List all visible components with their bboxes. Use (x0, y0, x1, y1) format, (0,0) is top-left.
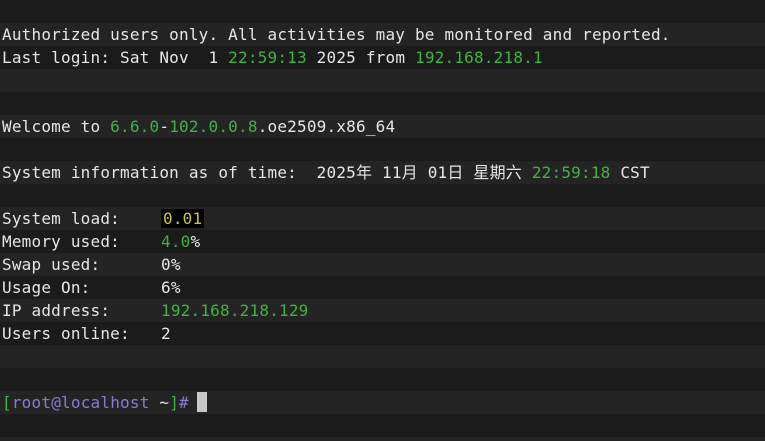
swap-used-line: Swap used: 0% (2, 253, 765, 276)
last-login-prefix: Last login: Sat Nov 1 (2, 48, 229, 67)
system-load-label: System load: (2, 209, 120, 228)
banner-warning: Authorized users only. All activities ma… (2, 25, 671, 44)
kernel-version-major: 6.6.0 (110, 117, 160, 136)
usage-on-line: Usage On: 6% (2, 276, 765, 299)
last-login-line: Last login: Sat Nov 1 22:59:13 2025 from… (2, 46, 765, 69)
usage-on-label: Usage On: (2, 278, 91, 297)
banner-warning-line: Authorized users only. All activities ma… (2, 23, 765, 46)
users-online-line: Users online: 2 (2, 322, 765, 345)
kernel-version-build: 102.0.0.8 (169, 117, 258, 136)
prompt-host: localhost (61, 393, 150, 412)
sysinfo-timezone: CST (610, 163, 650, 182)
memory-used-unit: % (190, 232, 201, 251)
memory-used-value: 4.0 (161, 232, 191, 251)
system-load-line: System load: 0.01 (2, 207, 765, 230)
kernel-separator: - (159, 117, 170, 136)
prompt-user: root (11, 393, 52, 412)
last-login-mid: 2025 from (306, 48, 415, 67)
prompt-open-bracket: [ (2, 393, 12, 412)
prompt-at: @ (51, 393, 62, 412)
swap-used-value: 0% (161, 255, 181, 274)
last-login-time: 22:59:13 (228, 48, 307, 67)
ip-address-label: IP address: (2, 301, 111, 320)
sysinfo-prefix: System information as of time: 2025年 11月… (2, 163, 532, 182)
memory-used-label: Memory used: (2, 232, 120, 251)
kernel-suffix: .oe2509.x86_64 (257, 117, 396, 136)
swap-used-label: Swap used: (2, 255, 101, 274)
welcome-prefix: Welcome to (2, 117, 111, 136)
terminal-window[interactable]: Authorized users only. All activities ma… (0, 0, 765, 441)
last-login-ip: 192.168.218.1 (415, 48, 543, 67)
users-online-label: Users online: (2, 324, 130, 343)
system-load-value: 0.01 (161, 209, 205, 228)
prompt-close-bracket: ] (169, 393, 180, 412)
sysinfo-time: 22:59:18 (531, 163, 611, 182)
memory-used-line: Memory used: 4.0% (2, 230, 765, 253)
ip-address-line: IP address: 192.168.218.129 (2, 299, 765, 322)
usage-on-value: 6% (161, 278, 181, 297)
text-cursor[interactable] (196, 392, 207, 412)
ip-address-value: 192.168.218.129 (161, 301, 309, 320)
prompt-hash: # (179, 393, 189, 412)
terminal-output: Authorized users only. All activities ma… (2, 23, 765, 414)
shell-prompt-line[interactable]: [root@localhost ~]# (2, 391, 765, 414)
users-online-value: 2 (161, 324, 171, 343)
sysinfo-line: System information as of time: 2025年 11月… (2, 161, 765, 184)
welcome-line: Welcome to 6.6.0-102.0.0.8.oe2509.x86_64 (2, 115, 765, 138)
prompt-path: ~ (149, 393, 170, 412)
